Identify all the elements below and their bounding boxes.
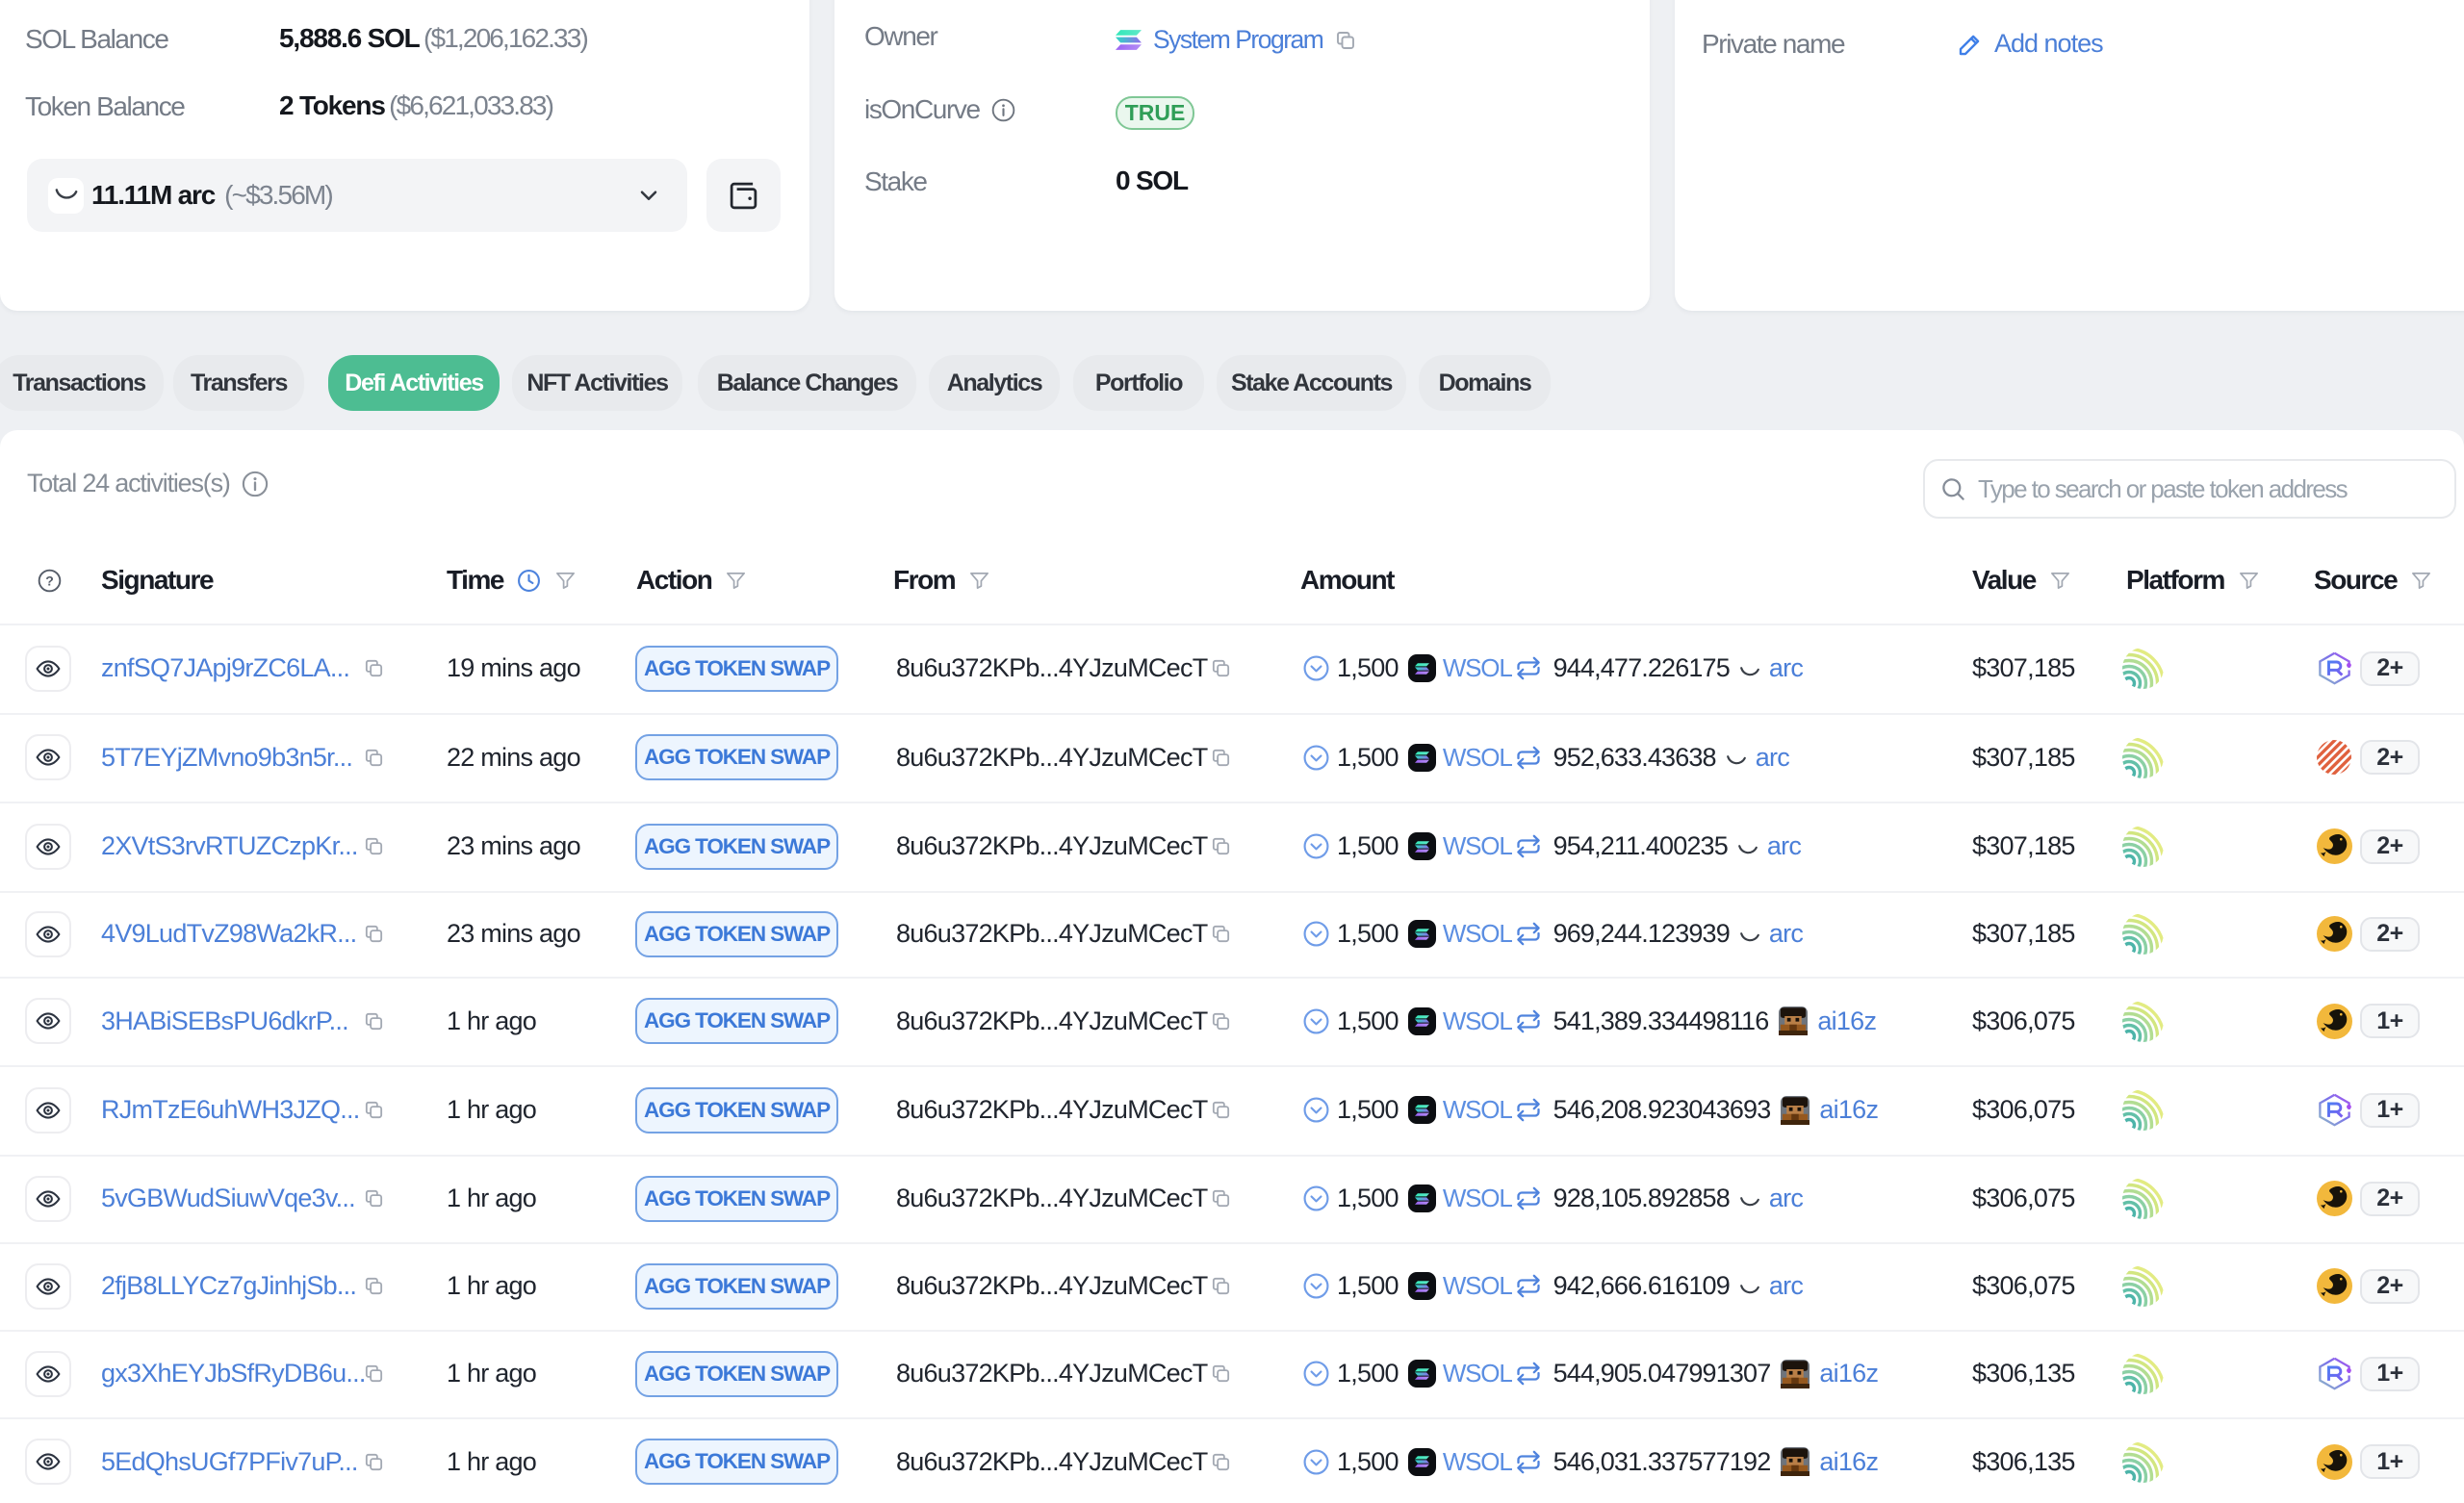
svg-text:?: ? [45, 573, 54, 588]
